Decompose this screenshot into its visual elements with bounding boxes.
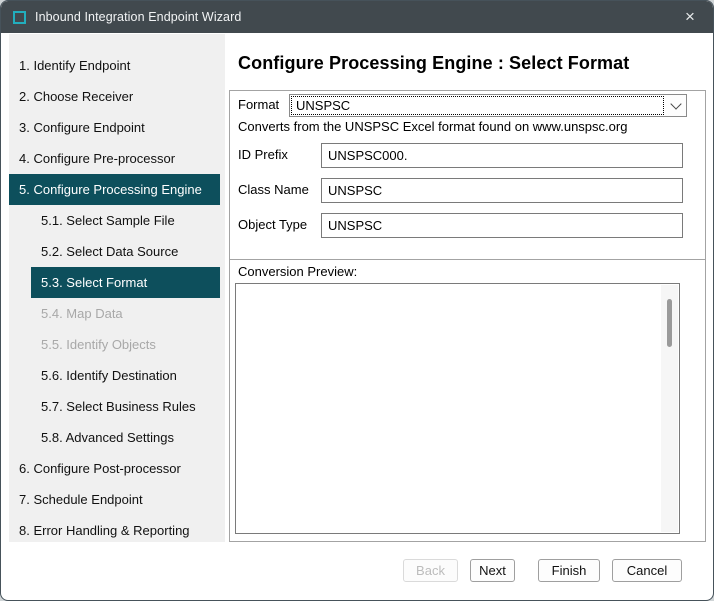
close-icon: ×: [685, 7, 695, 27]
class-name-label: Class Name: [238, 182, 309, 197]
step-configure-endpoint[interactable]: 3. Configure Endpoint: [9, 112, 225, 143]
step-label: 5.8. Advanced Settings: [41, 430, 174, 445]
step-select-sample-file[interactable]: 5.1. Select Sample File: [9, 205, 225, 236]
finish-button[interactable]: Finish: [538, 559, 600, 582]
chevron-down-icon: [670, 98, 681, 109]
format-combobox[interactable]: UNSPSC: [289, 94, 687, 117]
step-label: 1. Identify Endpoint: [19, 58, 130, 73]
close-button[interactable]: ×: [667, 1, 713, 33]
id-prefix-field[interactable]: [321, 143, 683, 168]
format-description: Converts from the UNSPSC Excel format fo…: [238, 119, 627, 134]
step-label: 5.4. Map Data: [41, 306, 123, 321]
step-identify-objects: 5.5. Identify Objects: [9, 329, 225, 360]
page-title: Configure Processing Engine : Select For…: [238, 53, 629, 74]
title-bar[interactable]: Inbound Integration Endpoint Wizard ×: [1, 1, 713, 33]
step-identify-endpoint[interactable]: 1. Identify Endpoint: [9, 50, 225, 81]
step-select-format[interactable]: 5.3. Select Format: [31, 267, 220, 298]
conversion-preview-label: Conversion Preview:: [238, 264, 357, 279]
wizard-step-list: 1. Identify Endpoint 2. Choose Receiver …: [9, 34, 225, 542]
wizard-dialog: Inbound Integration Endpoint Wizard × 1.…: [0, 0, 714, 601]
step-choose-receiver[interactable]: 2. Choose Receiver: [9, 81, 225, 112]
object-type-field[interactable]: [321, 213, 683, 238]
step-identify-destination[interactable]: 5.6. Identify Destination: [9, 360, 225, 391]
vertical-scrollbar[interactable]: [661, 285, 678, 532]
format-combobox-value: UNSPSC: [291, 96, 664, 115]
step-label: 5.6. Identify Destination: [41, 368, 177, 383]
step-label: 5.1. Select Sample File: [41, 213, 175, 228]
step-label: 5.5. Identify Objects: [41, 337, 156, 352]
step-label: 3. Configure Endpoint: [19, 120, 145, 135]
next-button[interactable]: Next: [470, 559, 515, 582]
object-type-label: Object Type: [238, 217, 307, 232]
window-title: Inbound Integration Endpoint Wizard: [35, 10, 241, 24]
step-label: 7. Schedule Endpoint: [19, 492, 143, 507]
cancel-button[interactable]: Cancel: [612, 559, 682, 582]
step-configure-preprocessor[interactable]: 4. Configure Pre-processor: [9, 143, 225, 174]
class-name-field[interactable]: [321, 178, 683, 203]
step-advanced-settings[interactable]: 5.8. Advanced Settings: [9, 422, 225, 453]
step-configure-postprocessor[interactable]: 6. Configure Post-processor: [9, 453, 225, 484]
format-group: Format UNSPSC Converts from the UNSPSC E…: [229, 90, 706, 260]
conversion-preview-area[interactable]: [235, 283, 680, 534]
step-configure-processing-engine[interactable]: 5. Configure Processing Engine: [9, 174, 220, 205]
step-label: 8. Error Handling & Reporting: [19, 523, 190, 538]
step-label: 2. Choose Receiver: [19, 89, 133, 104]
step-label: 6. Configure Post-processor: [19, 461, 181, 476]
step-error-handling[interactable]: 8. Error Handling & Reporting: [9, 515, 225, 542]
step-schedule-endpoint[interactable]: 7. Schedule Endpoint: [9, 484, 225, 515]
format-combobox-dropdown[interactable]: [665, 95, 686, 116]
step-label: 4. Configure Pre-processor: [19, 151, 175, 166]
preview-group: Conversion Preview:: [229, 259, 706, 542]
back-button: Back: [403, 559, 458, 582]
id-prefix-label: ID Prefix: [238, 147, 288, 162]
step-select-data-source[interactable]: 5.2. Select Data Source: [9, 236, 225, 267]
step-label: 5.7. Select Business Rules: [41, 399, 196, 414]
scrollbar-thumb[interactable]: [667, 299, 672, 347]
step-label: 5.3. Select Format: [41, 275, 147, 290]
step-label: 5.2. Select Data Source: [41, 244, 178, 259]
format-label: Format: [238, 97, 279, 112]
step-map-data: 5.4. Map Data: [9, 298, 225, 329]
step-label: 5. Configure Processing Engine: [19, 182, 202, 197]
step-select-business-rules[interactable]: 5.7. Select Business Rules: [9, 391, 225, 422]
app-icon: [13, 11, 26, 24]
